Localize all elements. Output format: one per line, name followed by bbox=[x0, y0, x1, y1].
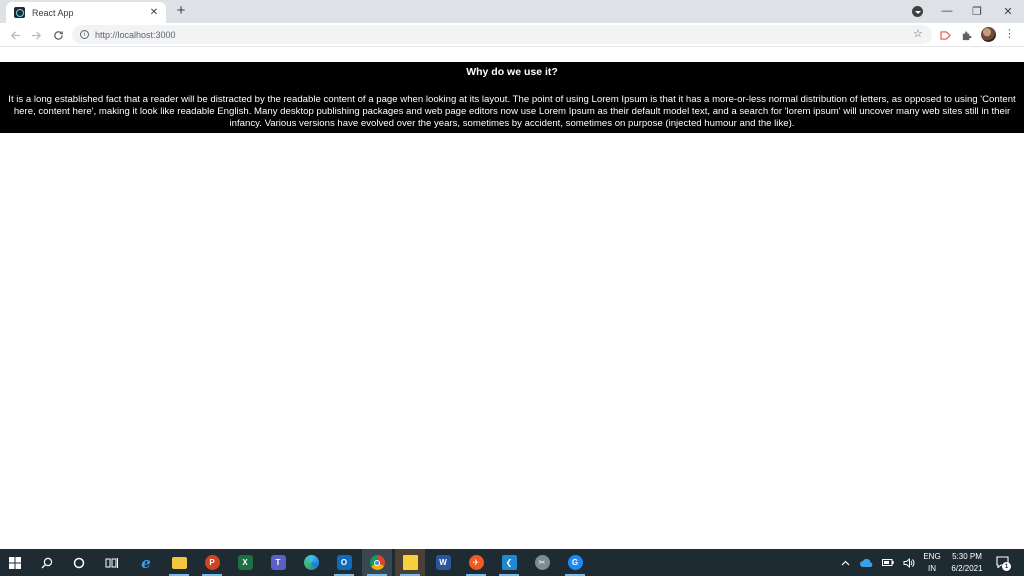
show-hidden-icons-button[interactable] bbox=[838, 549, 852, 576]
ie-edge-icon: e bbox=[141, 553, 151, 572]
system-clock[interactable]: 5:30 PM 6/2/2021 bbox=[946, 551, 988, 575]
browser-menu-icon[interactable]: ⋮ bbox=[1004, 27, 1015, 40]
powerpoint-icon: P bbox=[204, 555, 220, 570]
taskbar-outlook[interactable]: O bbox=[329, 549, 359, 576]
bookmark-star-icon[interactable]: ☆ bbox=[913, 27, 923, 40]
taskbar-app-blue[interactable]: G bbox=[560, 549, 590, 576]
reload-button[interactable] bbox=[50, 27, 66, 43]
cortana-button[interactable] bbox=[64, 549, 94, 576]
taskbar-excel[interactable]: X bbox=[230, 549, 260, 576]
task-view-icon bbox=[105, 557, 118, 568]
extensions-puzzle-icon[interactable] bbox=[959, 28, 973, 42]
chevron-up-icon bbox=[841, 560, 849, 565]
forward-button[interactable] bbox=[28, 27, 44, 43]
sticky-notes-icon bbox=[402, 555, 418, 570]
tab-title: React App bbox=[32, 7, 74, 18]
region-code: IN bbox=[928, 564, 936, 573]
notification-count-badge: 1 bbox=[1002, 562, 1011, 571]
task-view-button[interactable] bbox=[96, 549, 126, 576]
new-tab-button[interactable]: + bbox=[173, 3, 189, 19]
app-circle-icon: G bbox=[567, 555, 583, 570]
section-body: It is a long established fact that a rea… bbox=[8, 94, 1016, 129]
extension-icon[interactable] bbox=[938, 28, 952, 42]
minimize-button[interactable]: — bbox=[932, 2, 962, 20]
cast-extension-icon bbox=[939, 30, 951, 40]
address-bar[interactable]: i http://localhost:3000 bbox=[72, 25, 932, 44]
browser-tab[interactable]: React App ✕ bbox=[6, 2, 166, 23]
browser-toolbar: i http://localhost:3000 ☆ ⋮ bbox=[0, 23, 1024, 47]
postman-icon: ✈ bbox=[468, 555, 484, 570]
taskbar-chrome[interactable] bbox=[362, 549, 392, 576]
taskbar-edge[interactable] bbox=[296, 549, 326, 576]
taskbar-edge-legacy[interactable]: e bbox=[131, 549, 161, 576]
chrome-center-dot bbox=[374, 559, 380, 566]
vscode-icon: ❮ bbox=[501, 555, 517, 570]
teams-icon: T bbox=[270, 555, 286, 570]
outlook-icon: O bbox=[336, 555, 352, 570]
reload-icon bbox=[53, 30, 63, 40]
onedrive-cloud-icon bbox=[859, 558, 872, 567]
chrome-icon bbox=[369, 555, 385, 570]
battery-button[interactable] bbox=[880, 549, 896, 576]
tab-close-button[interactable]: ✕ bbox=[148, 7, 160, 18]
word-icon: W bbox=[435, 555, 451, 570]
snipping-tool-icon: ✂ bbox=[534, 555, 550, 570]
language-code: ENG bbox=[923, 552, 941, 561]
folder-icon bbox=[171, 556, 187, 569]
search-button[interactable] bbox=[32, 549, 62, 576]
edge-icon bbox=[303, 555, 319, 570]
taskbar-word[interactable]: W bbox=[428, 549, 458, 576]
search-icon bbox=[41, 557, 53, 568]
windows-logo-icon bbox=[9, 556, 21, 569]
windows-taskbar: e P X T O W ✈ ❮ ✂ G ENG IN 5:30 PM 6/2/2… bbox=[0, 549, 1024, 576]
taskbar-postman[interactable]: ✈ bbox=[461, 549, 491, 576]
cortana-circle-icon bbox=[73, 557, 85, 568]
taskbar-vscode[interactable]: ❮ bbox=[494, 549, 524, 576]
speaker-icon bbox=[903, 557, 915, 568]
taskbar-file-explorer[interactable] bbox=[164, 549, 194, 576]
taskbar-teams[interactable]: T bbox=[263, 549, 293, 576]
site-info-icon[interactable]: i bbox=[80, 30, 89, 39]
page-content: Why do we use it? It is a long establish… bbox=[0, 48, 1024, 549]
puzzle-icon bbox=[962, 30, 971, 40]
back-button[interactable] bbox=[7, 27, 23, 43]
taskbar-powerpoint[interactable]: P bbox=[197, 549, 227, 576]
back-arrow-icon bbox=[10, 30, 20, 40]
volume-button[interactable] bbox=[901, 549, 917, 576]
react-favicon-icon bbox=[14, 7, 25, 18]
clock-date: 6/2/2021 bbox=[951, 564, 983, 573]
onedrive-button[interactable] bbox=[858, 549, 874, 576]
excel-icon: X bbox=[237, 555, 253, 570]
profile-avatar[interactable] bbox=[981, 27, 996, 42]
battery-icon bbox=[882, 559, 894, 566]
start-button[interactable] bbox=[0, 549, 30, 576]
tab-search-icon[interactable] bbox=[912, 6, 923, 17]
input-language-indicator[interactable]: ENG IN bbox=[920, 551, 944, 575]
forward-arrow-icon bbox=[31, 30, 41, 40]
browser-tab-strip: React App ✕ + — ❐ ✕ bbox=[0, 0, 1024, 23]
url-text[interactable]: http://localhost:3000 bbox=[95, 30, 176, 40]
taskbar-snipping-tool[interactable]: ✂ bbox=[527, 549, 557, 576]
section-heading: Why do we use it? bbox=[466, 66, 558, 78]
content-banner: Why do we use it? It is a long establish… bbox=[0, 62, 1024, 133]
clock-time: 5:30 PM bbox=[952, 552, 982, 561]
taskbar-sticky-notes[interactable] bbox=[395, 549, 425, 576]
restore-button[interactable]: ❐ bbox=[962, 2, 992, 20]
close-window-button[interactable]: ✕ bbox=[993, 2, 1023, 20]
